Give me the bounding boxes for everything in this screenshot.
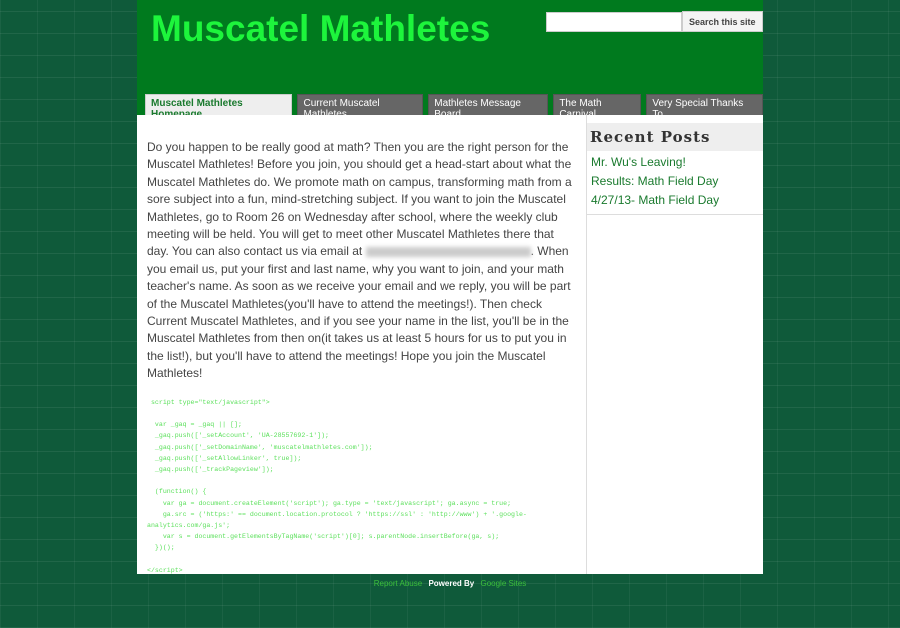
- post-link[interactable]: Results: Math Field Day: [591, 173, 763, 189]
- content: Do you happen to be really good at math?…: [137, 115, 763, 574]
- intro-text-2: . When you email us, put your first and …: [147, 244, 571, 381]
- main-column: Do you happen to be really good at math?…: [137, 115, 587, 574]
- search-input[interactable]: [546, 12, 682, 32]
- post-link[interactable]: Mr. Wu's Leaving!: [591, 154, 763, 170]
- email-link-redacted[interactable]: [365, 247, 531, 258]
- site-title[interactable]: Muscatel Mathletes: [151, 10, 490, 48]
- intro-text-1: Do you happen to be really good at math?…: [147, 140, 572, 259]
- script-code-text: script type="text/javascript"> var _gaq …: [147, 398, 527, 574]
- intro-paragraph: Do you happen to be really good at math?…: [147, 139, 578, 383]
- sidebar: Recent Posts Mr. Wu's Leaving! Results: …: [587, 123, 763, 215]
- page: Muscatel Mathletes Search this site Musc…: [137, 0, 763, 574]
- divider: [587, 214, 763, 215]
- footer: Report Abuse Powered By Google Sites: [0, 579, 900, 588]
- header: Muscatel Mathletes Search this site Musc…: [137, 0, 763, 124]
- recent-posts-heading: Recent Posts: [587, 123, 763, 151]
- powered-by-text: Powered By: [428, 579, 475, 588]
- google-sites-link[interactable]: Google Sites: [480, 579, 526, 588]
- post-link[interactable]: 4/27/13- Math Field Day: [591, 192, 763, 208]
- search-button[interactable]: Search this site: [682, 11, 763, 32]
- report-abuse-link[interactable]: Report Abuse: [374, 579, 422, 588]
